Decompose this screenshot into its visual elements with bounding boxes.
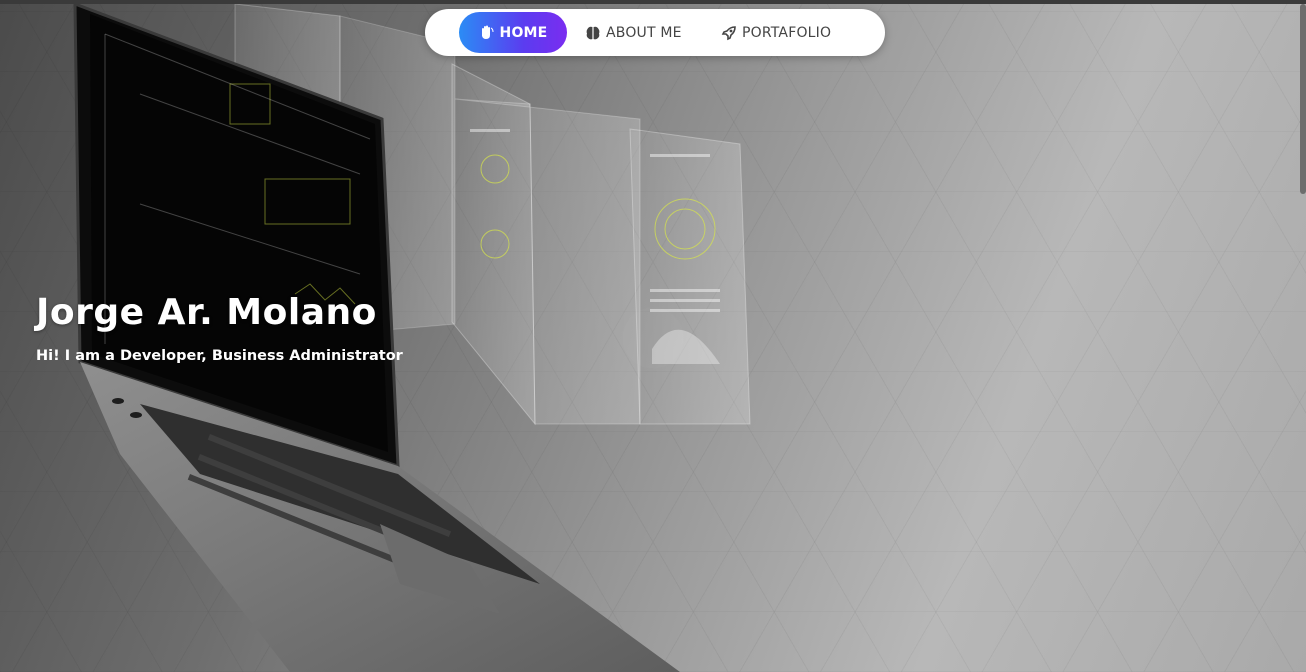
hero-tagline: Hi! I am a Developer, Business Administr…	[36, 348, 403, 364]
rocket-icon	[721, 25, 736, 40]
nav-about-button[interactable]: ABOUT ME	[585, 12, 682, 53]
main-navigation: HOME ABOUT ME PORTAFOLIO	[425, 9, 885, 56]
nav-home-button[interactable]: HOME	[459, 12, 567, 53]
scrollbar-thumb[interactable]	[1300, 4, 1306, 194]
hero-section	[0, 4, 1306, 672]
nav-portfolio-button[interactable]: PORTAFOLIO	[721, 12, 831, 53]
nav-portfolio-label: PORTAFOLIO	[742, 24, 832, 41]
waving-hand-icon	[481, 25, 494, 39]
page-scrollbar[interactable]	[1300, 0, 1306, 672]
nav-about-label: ABOUT ME	[606, 24, 682, 41]
hero-name-heading: Jorge Ar. Molano	[36, 292, 377, 333]
laptop-hologram-illustration	[73, 4, 751, 672]
brain-icon	[586, 26, 600, 39]
nav-home-label: HOME	[499, 24, 548, 41]
